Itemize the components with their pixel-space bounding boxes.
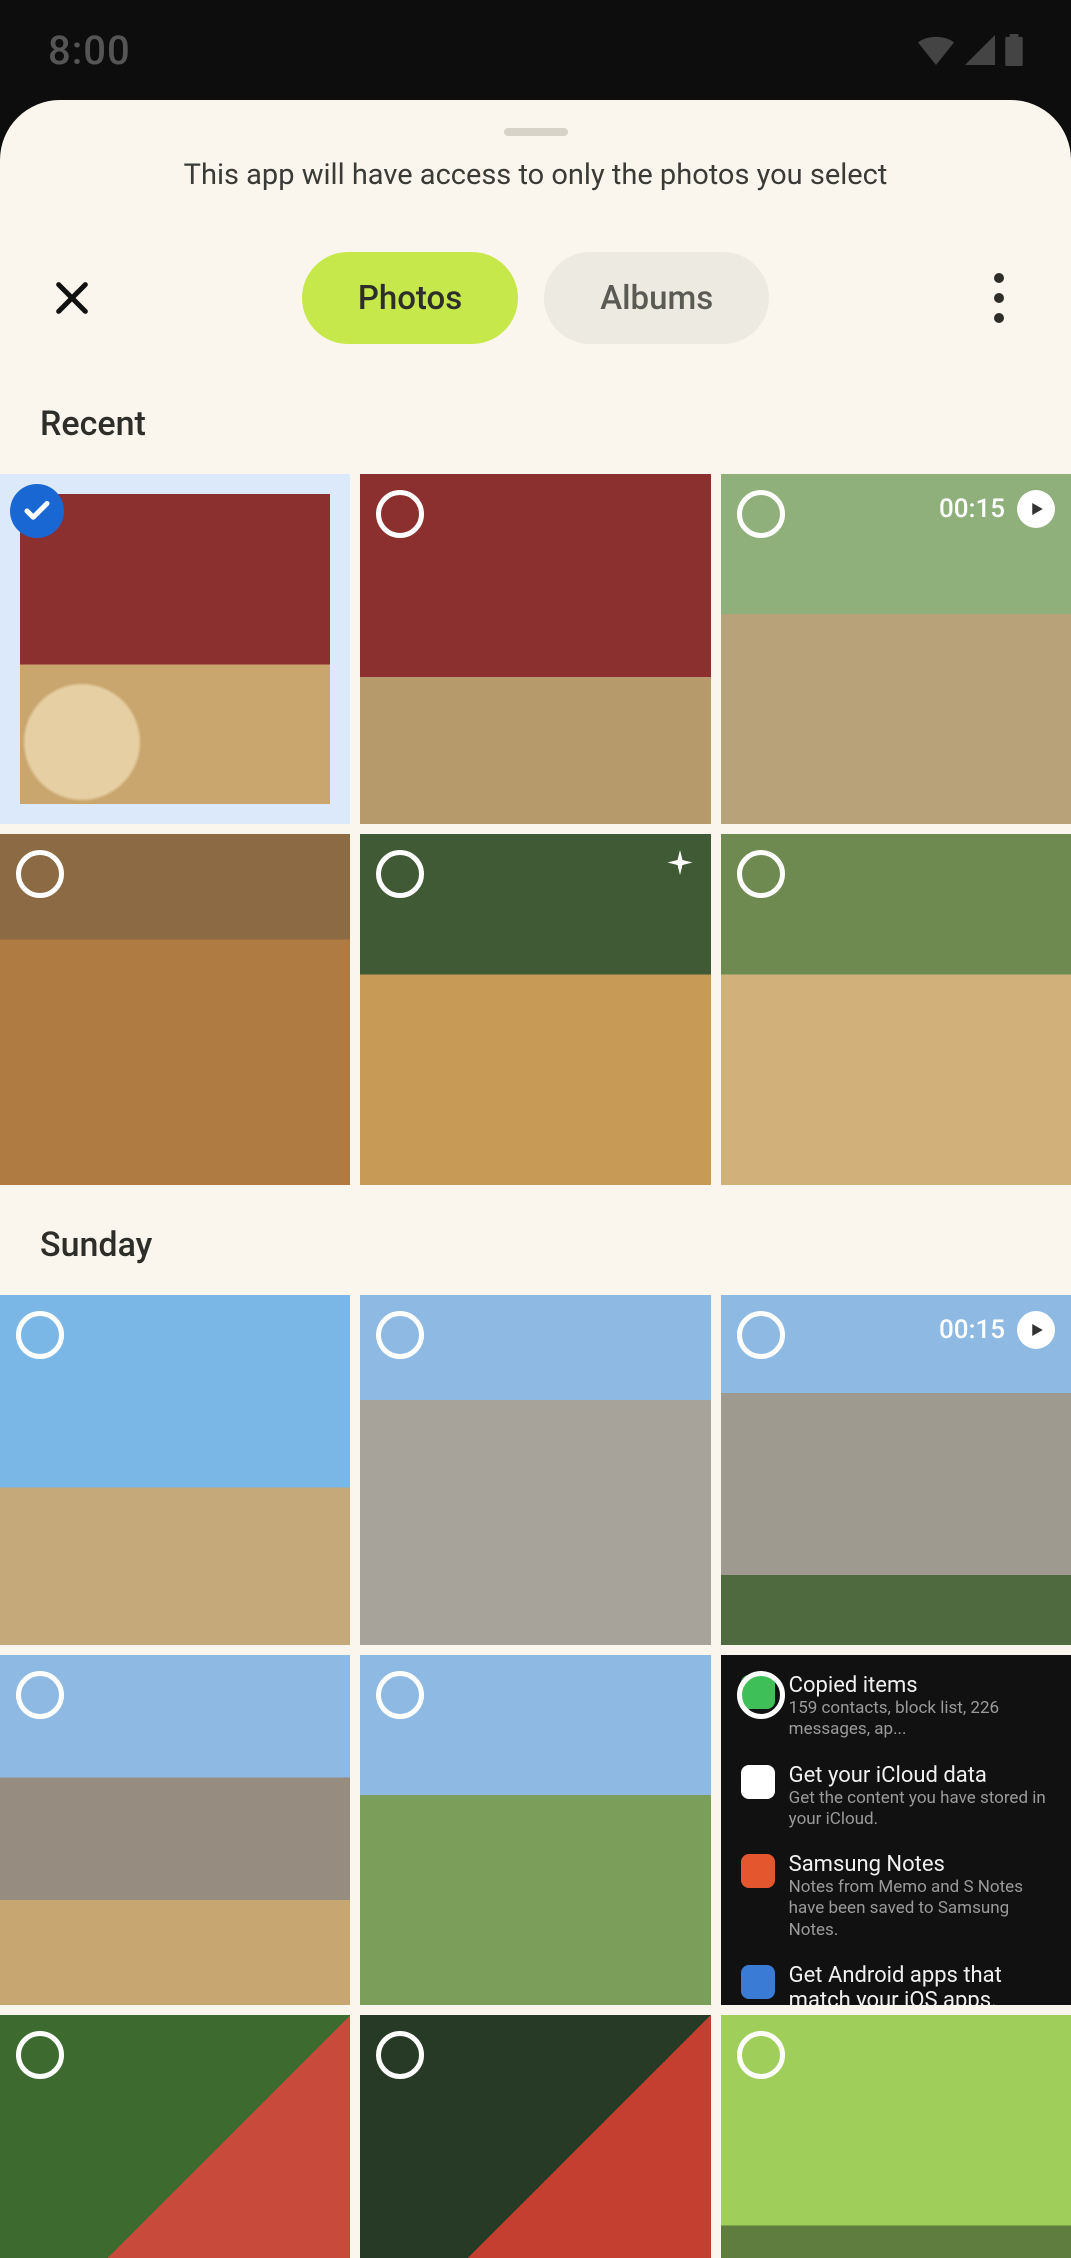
photo-grid: 00:15 bbox=[0, 474, 1071, 1225]
photo-cell[interactable]: Copied items159 contacts, block list, 22… bbox=[721, 1655, 1071, 2005]
wifi-icon bbox=[917, 35, 955, 65]
notif-title: Copied items bbox=[789, 1673, 1051, 1698]
notif-app-icon bbox=[741, 1965, 775, 1999]
photo-cell[interactable] bbox=[0, 474, 350, 824]
photo-cell[interactable] bbox=[360, 474, 710, 824]
photo-grid: 00:15Copied items159 contacts, block lis… bbox=[0, 1295, 1071, 2258]
notif-subtitle: 159 contacts, block list, 226 messages, … bbox=[789, 1698, 1051, 1741]
tab-photos[interactable]: Photos bbox=[302, 252, 518, 344]
photo-thumbnail bbox=[0, 2015, 350, 2258]
photo-cell[interactable] bbox=[360, 1295, 710, 1645]
cell-icon bbox=[965, 35, 995, 65]
notif-app-icon bbox=[741, 1854, 775, 1888]
photo-thumbnail bbox=[0, 1295, 350, 1645]
section-title: Sunday bbox=[0, 1225, 1071, 1295]
notif-title: Get your iCloud data bbox=[789, 1763, 1051, 1788]
tab-albums-label: Albums bbox=[600, 279, 713, 318]
notif-subtitle: Notes from Memo and S Notes have been sa… bbox=[789, 1877, 1051, 1941]
photo-thumbnail bbox=[0, 834, 350, 1184]
photo-sections: Recent00:15Sunday00:15Copied items159 co… bbox=[0, 404, 1071, 2258]
photo-cell[interactable] bbox=[0, 1295, 350, 1645]
device-screen: 8:00 This app will have access to only t… bbox=[0, 0, 1071, 2258]
photo-cell[interactable]: 00:15 bbox=[721, 1295, 1071, 1645]
photo-cell[interactable] bbox=[360, 1655, 710, 2005]
photo-cell[interactable] bbox=[360, 834, 710, 1184]
tab-photos-label: Photos bbox=[358, 279, 462, 318]
photo-thumbnail bbox=[20, 494, 330, 804]
notif-title: Samsung Notes bbox=[789, 1852, 1051, 1877]
photo-thumbnail bbox=[360, 2015, 710, 2258]
overflow-dot-icon bbox=[994, 273, 1004, 283]
tab-albums[interactable]: Albums bbox=[544, 252, 769, 344]
photo-cell[interactable] bbox=[0, 834, 350, 1184]
permission-text: This app will have access to only the ph… bbox=[0, 136, 1071, 252]
picker-tabs: Photos Albums bbox=[124, 252, 947, 344]
photo-thumbnail bbox=[721, 2015, 1071, 2258]
close-button[interactable] bbox=[40, 266, 104, 330]
section-title: Recent bbox=[0, 404, 1071, 474]
photo-cell[interactable] bbox=[0, 1655, 350, 2005]
notif-app-icon bbox=[741, 1765, 775, 1799]
overflow-dot-icon bbox=[994, 313, 1004, 323]
photo-thumbnail bbox=[360, 474, 710, 824]
overflow-dot-icon bbox=[994, 293, 1004, 303]
photo-thumbnail bbox=[721, 1295, 1071, 1645]
status-bar: 8:00 bbox=[0, 0, 1071, 100]
drag-handle-icon bbox=[504, 128, 568, 136]
photo-thumbnail bbox=[360, 834, 710, 1184]
notif-app-icon bbox=[741, 1675, 775, 1709]
photo-thumbnail bbox=[721, 834, 1071, 1184]
photo-cell[interactable] bbox=[360, 2015, 710, 2258]
photo-picker-sheet: This app will have access to only the ph… bbox=[0, 100, 1071, 2258]
battery-icon bbox=[1005, 34, 1023, 66]
status-icons bbox=[917, 34, 1023, 66]
picker-header: Photos Albums bbox=[0, 252, 1071, 404]
photo-cell[interactable] bbox=[721, 834, 1071, 1184]
photo-thumbnail bbox=[721, 474, 1071, 824]
photo-thumbnail bbox=[0, 1655, 350, 2005]
drag-handle-area[interactable] bbox=[0, 100, 1071, 136]
overflow-button[interactable] bbox=[967, 266, 1031, 330]
photo-cell[interactable]: 00:15 bbox=[721, 474, 1071, 824]
close-icon bbox=[52, 278, 92, 318]
notif-title: Get Android apps that match your iOS app… bbox=[789, 1963, 1051, 2006]
photo-cell[interactable] bbox=[0, 2015, 350, 2258]
photo-thumbnail bbox=[360, 1655, 710, 2005]
status-time: 8:00 bbox=[48, 27, 131, 74]
photo-thumbnail: Copied items159 contacts, block list, 22… bbox=[721, 1655, 1071, 2005]
photo-thumbnail bbox=[360, 1295, 710, 1645]
notif-subtitle: Get the content you have stored in your … bbox=[789, 1788, 1051, 1831]
photo-cell[interactable] bbox=[721, 2015, 1071, 2258]
